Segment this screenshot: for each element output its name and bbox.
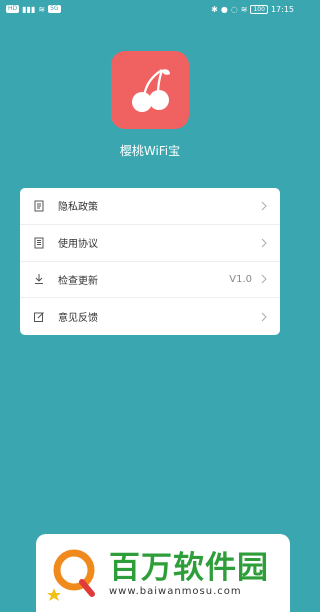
menu-card: 隐私政策 使用协议 检查更新 V1.0 意见反馈 — [20, 188, 280, 335]
menu-label: 使用协议 — [58, 239, 98, 251]
watermark-title: 百万软件园 — [109, 549, 269, 586]
menu-item-check-update[interactable]: 检查更新 V1.0 — [20, 262, 280, 299]
status-chip-2: 5G — [48, 5, 61, 13]
edit-icon — [32, 310, 46, 324]
status-time: 17:15 — [270, 4, 294, 14]
wifi-icon-right: ≋ — [240, 4, 248, 14]
status-right: ✱ ● ◌ ≋ 100 17:15 — [211, 4, 294, 14]
app-name: 樱桃WiFi宝 — [119, 144, 181, 158]
mute-icon: ◌ — [230, 4, 238, 14]
location-icon: ● — [220, 4, 228, 14]
watermark: 百万软件园 www.baiwanmosu.com — [36, 534, 290, 612]
chevron-right-icon — [261, 238, 267, 247]
cherry-icon — [132, 69, 170, 112]
menu-label: 检查更新 — [58, 275, 98, 287]
app-icon — [111, 51, 189, 129]
battery-indicator: 100 — [250, 4, 268, 14]
menu-item-user-agreement[interactable]: 使用协议 — [20, 225, 280, 262]
menu-item-feedback[interactable]: 意见反馈 — [20, 298, 280, 335]
chevron-right-icon — [261, 312, 267, 321]
watermark-url: www.baiwanmosu.com — [109, 585, 242, 597]
download-icon — [32, 272, 46, 286]
bluetooth-icon: ✱ — [211, 4, 218, 14]
menu-label: 意见反馈 — [58, 313, 98, 325]
status-chip: HD — [6, 5, 20, 13]
menu-item-privacy-policy[interactable]: 隐私政策 — [20, 188, 280, 225]
chevron-right-icon — [261, 275, 267, 284]
version-value: V1.0 — [229, 273, 252, 285]
document-icon — [32, 199, 46, 213]
list-document-icon — [32, 236, 46, 250]
signal-icon: ▮▮▮ — [22, 4, 36, 14]
chevron-right-icon — [261, 201, 267, 211]
site-logo-icon — [47, 549, 95, 601]
status-left: HD ▮▮▮ ≋ 5G — [6, 5, 61, 14]
menu-label: 隐私政策 — [58, 202, 98, 214]
status-bar: HD ▮▮▮ ≋ 5G ✱ ● ◌ ≋ 100 17:15 — [0, 0, 300, 18]
wifi-icon: ≋ — [38, 4, 46, 14]
